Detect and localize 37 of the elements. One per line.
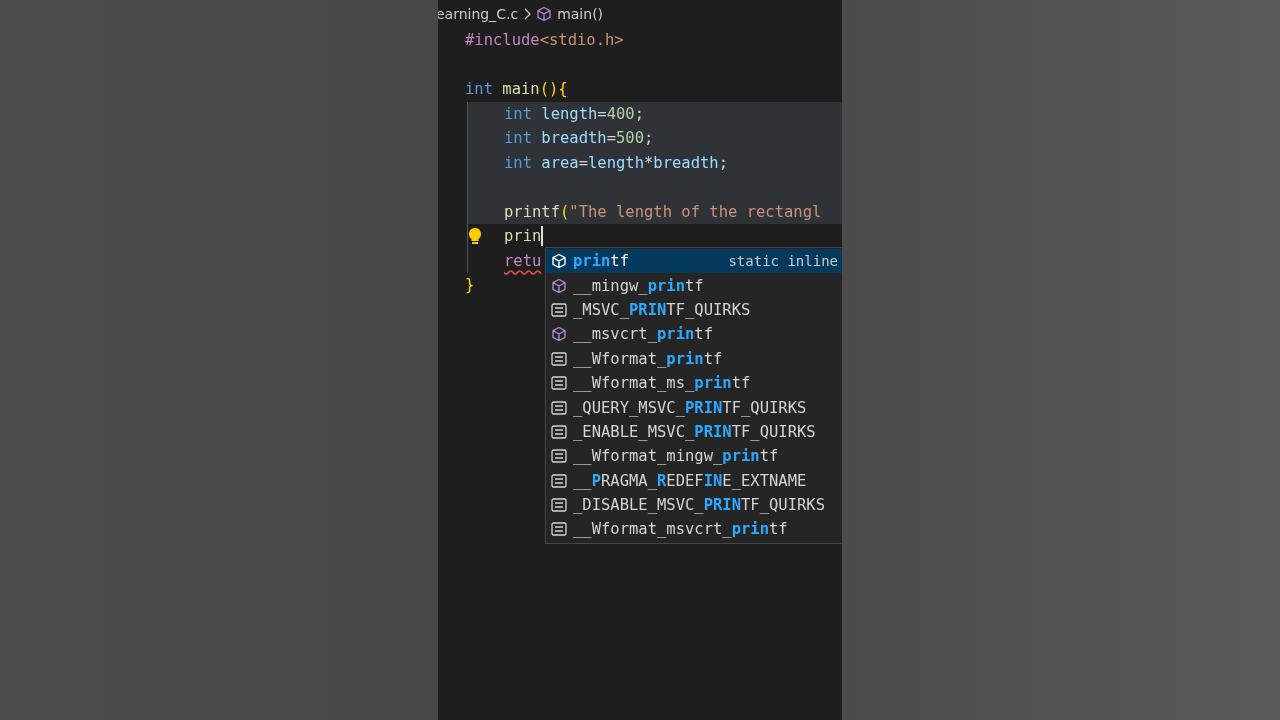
suggestion-item[interactable]: printf static inline xyxy=(546,249,842,274)
lines-icon xyxy=(551,424,567,439)
cube-icon xyxy=(551,277,567,294)
cube-icon xyxy=(551,253,567,270)
suggestion-item[interactable]: __Wformat_mingw_printf xyxy=(546,444,842,469)
code-line: int breadth=500; xyxy=(504,129,654,148)
suggestion-item[interactable]: __PRAGMA_REDEFINE_EXTNAME xyxy=(546,468,842,493)
lines-icon xyxy=(551,449,567,464)
breadcrumb-symbol[interactable]: main() xyxy=(557,6,604,22)
suggestion-item[interactable]: __mingw_printf xyxy=(546,273,842,298)
code-line: int area=length*breadth; xyxy=(504,153,728,172)
code-line: #include<stdio.h> xyxy=(465,31,624,50)
suggestion-item[interactable]: _QUERY_MSVC_PRINTF_QUIRKS xyxy=(546,395,842,420)
suggestion-item[interactable]: __Wformat_printf xyxy=(546,346,842,371)
lines-icon xyxy=(551,522,567,537)
chevron-icon xyxy=(523,8,532,20)
suggestion-item[interactable]: __Wformat_ms_printf xyxy=(546,370,842,396)
code-line: } xyxy=(465,276,475,295)
suggestion-item[interactable]: _MSVC_PRINTF_QUIRKS xyxy=(546,297,842,323)
suggestion-item[interactable]: __Wformat_msvcrt_printf xyxy=(546,517,842,542)
code-line: prin xyxy=(504,227,542,246)
lines-icon xyxy=(551,302,567,317)
cube-icon xyxy=(536,6,553,22)
lines-icon xyxy=(551,376,567,391)
lines-icon xyxy=(551,473,567,488)
lines-icon xyxy=(551,351,567,366)
lines-icon xyxy=(551,498,567,513)
code-line: int length=400; xyxy=(504,104,644,123)
suggestion-item[interactable]: _ENABLE_MSVC_PRINTF_QUIRKS xyxy=(546,419,842,445)
suggestion-item[interactable]: _DISABLE_MSVC_PRINTF_QUIRKS xyxy=(546,492,842,518)
lines-icon xyxy=(551,400,567,415)
lightbulb-icon[interactable] xyxy=(468,227,482,245)
cube-icon xyxy=(551,326,567,343)
code-line: int main(){ xyxy=(465,80,568,99)
code-line: printf("The length of the rectangl xyxy=(504,202,822,221)
suggestion-item[interactable]: __msvcrt_printf xyxy=(546,322,842,347)
code-line: retu xyxy=(504,251,542,270)
